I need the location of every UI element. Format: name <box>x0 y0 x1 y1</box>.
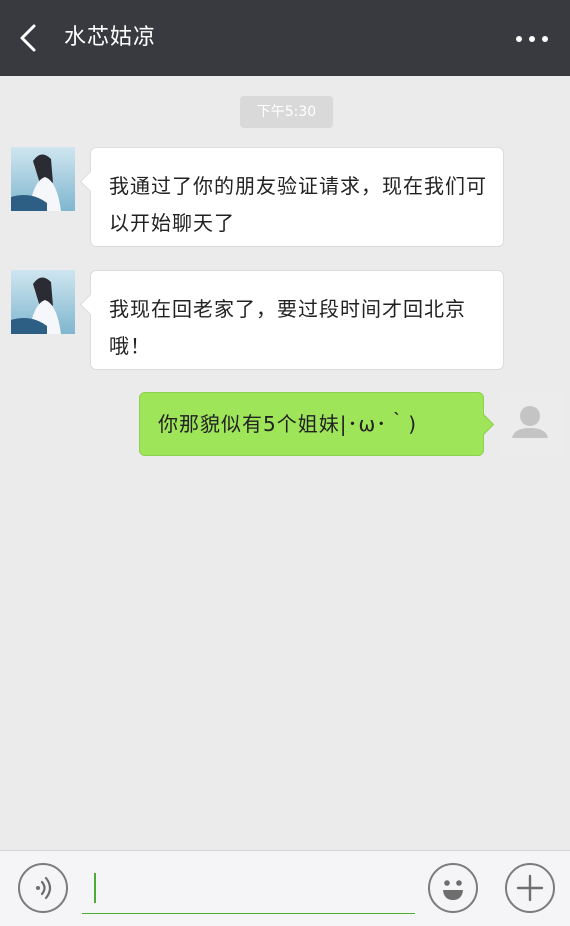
message-input[interactable] <box>82 869 415 914</box>
voice-button[interactable] <box>18 863 68 913</box>
more-button[interactable] <box>512 24 552 54</box>
my-avatar[interactable] <box>498 392 562 456</box>
contact-avatar-image <box>11 270 75 334</box>
chat-title: 水芯姑凉 <box>64 25 157 50</box>
emoji-button[interactable] <box>428 863 478 913</box>
back-button[interactable] <box>12 20 48 56</box>
input-bar <box>0 850 570 926</box>
incoming-message-bubble[interactable]: 我通过了你的朋友验证请求，现在我们可以开始聊天了 <box>90 147 504 247</box>
text-caret <box>94 873 96 903</box>
contact-avatar[interactable] <box>11 270 75 334</box>
contact-avatar-image <box>11 147 75 211</box>
voice-icon <box>36 876 52 900</box>
emoji-icon <box>443 880 463 900</box>
outgoing-message-bubble[interactable]: 你那貌似有5个姐妹|･ω･｀) <box>139 392 484 456</box>
contact-avatar[interactable] <box>11 147 75 211</box>
message-text: 我通过了你的朋友验证请求，现在我们可以开始聊天了 <box>109 174 487 235</box>
default-avatar-icon <box>498 392 562 456</box>
header-bar: 水芯姑凉 <box>0 0 570 76</box>
message-text: 你那貌似有5个姐妹|･ω･｀) <box>158 412 418 436</box>
chevron-left-icon <box>20 24 36 52</box>
message-timestamp: 下午5:30 <box>240 96 333 128</box>
more-functions-button[interactable] <box>505 863 555 913</box>
incoming-message-bubble[interactable]: 我现在回老家了，要过段时间才回北京哦！ <box>90 270 504 370</box>
message-text: 我现在回老家了，要过段时间才回北京哦！ <box>109 297 466 358</box>
plus-icon <box>516 874 544 902</box>
more-dots-icon <box>516 36 548 42</box>
